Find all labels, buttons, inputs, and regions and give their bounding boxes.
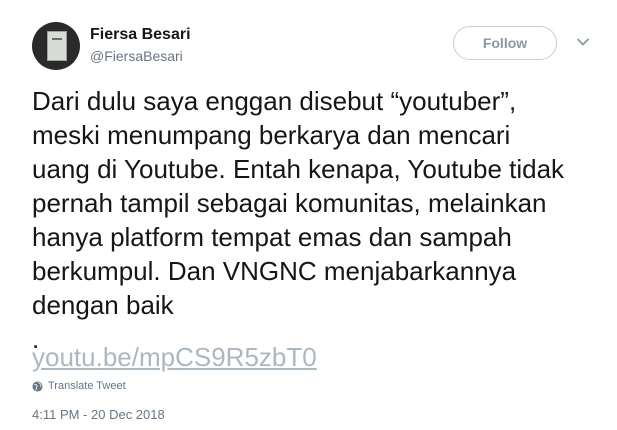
translate-tweet-button[interactable]: Translate Tweet: [32, 378, 126, 394]
translate-label: Translate Tweet: [48, 380, 126, 392]
globe-icon: [32, 380, 43, 392]
author-handle[interactable]: @FiersaBesari: [90, 48, 183, 64]
author-name[interactable]: Fiersa Besari: [90, 26, 191, 44]
tweet-text: Dari dulu saya enggan disebut “youtuber”…: [32, 86, 565, 354]
chevron-down-icon[interactable]: [575, 34, 591, 50]
book-cover-image: [47, 31, 67, 61]
avatar[interactable]: [32, 22, 80, 70]
tweet: Fiersa Besari @FiersaBesari Follow Dari …: [0, 0, 617, 430]
follow-button[interactable]: Follow: [453, 26, 557, 60]
tweet-link[interactable]: youtu.be/mpCS9R5zbT0: [32, 342, 317, 373]
tweet-timestamp[interactable]: 4:11 PM - 20 Dec 2018: [32, 407, 165, 422]
